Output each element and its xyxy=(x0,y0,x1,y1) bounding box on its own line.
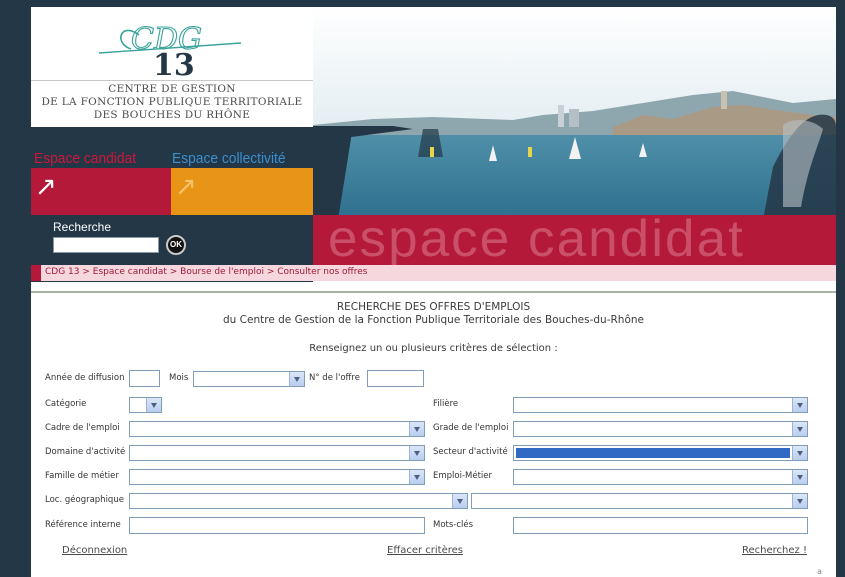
logo-panel[interactable]: CDG 13 CENTRE DE GESTION DE LA FONCTION … xyxy=(31,7,313,127)
banner-espace-candidat: espace candidat xyxy=(313,215,836,265)
logo-divider xyxy=(31,80,313,81)
breadcrumb-consulter-offres: Consulter nos offres xyxy=(277,267,368,277)
cadre-label: Cadre de l'emploi xyxy=(45,423,120,433)
grade-select[interactable] xyxy=(513,421,808,437)
breadcrumb-bourse-emploi[interactable]: Bourse de l'emploi xyxy=(180,267,264,277)
nav-espace-collectivite[interactable]: Espace collectivité xyxy=(172,150,286,167)
site-header: CDG 13 CENTRE DE GESTION DE LA FONCTION … xyxy=(31,7,836,282)
rechercher-link[interactable]: Recherchez ! xyxy=(742,545,807,556)
famille-select[interactable] xyxy=(129,469,425,485)
cadre-select[interactable] xyxy=(129,421,425,437)
chevron-down-icon xyxy=(409,446,424,460)
filiere-select[interactable] xyxy=(513,397,808,413)
logo-line-1: CENTRE DE GESTION xyxy=(108,83,236,95)
secteur-select[interactable] xyxy=(513,445,808,461)
loc-label: Loc. géographique xyxy=(45,495,124,505)
breadcrumb-bar: CDG 13 > Espace candidat > Bourse de l'e… xyxy=(31,265,836,281)
categorie-label: Catégorie xyxy=(45,399,87,409)
breadcrumb-marker xyxy=(31,265,41,281)
form-title: RECHERCHE DES OFFRES D'EMPLOIS xyxy=(336,301,531,313)
mois-label: Mois xyxy=(169,373,189,383)
mois-select[interactable] xyxy=(193,371,305,387)
loc-select-2[interactable] xyxy=(471,493,808,509)
filiere-label: Filière xyxy=(433,399,459,409)
banner-text: espace candidat xyxy=(328,215,745,265)
reference-label: Référence interne xyxy=(45,520,121,530)
annee-input[interactable] xyxy=(129,370,160,387)
chevron-down-icon xyxy=(409,422,424,436)
arrow-northeast-icon: ↗ xyxy=(175,172,197,202)
chevron-down-icon xyxy=(452,494,467,508)
emploi-label: Emploi-Métier xyxy=(433,471,493,481)
mots-cles-input[interactable] xyxy=(513,517,808,534)
logo-line-3: DES BOUCHES DU RHÔNE xyxy=(93,109,251,121)
search-label: Recherche xyxy=(53,220,112,234)
form-title-sub: du Centre de Gestion de la Fonction Publ… xyxy=(223,314,644,326)
grade-label: Grade de l'emploi xyxy=(433,423,509,433)
footer-mark: a xyxy=(817,567,822,576)
chevron-down-icon xyxy=(792,446,807,460)
domaine-label: Domaine d'activité xyxy=(45,447,126,457)
form-instructions: Renseignez un ou plusieurs critères de s… xyxy=(309,343,558,354)
nav-espace-candidat[interactable]: Espace candidat xyxy=(34,150,136,167)
deconnexion-link[interactable]: Déconnexion xyxy=(62,545,127,556)
search-ok-button[interactable]: OK xyxy=(166,235,186,255)
breadcrumb-cdg13[interactable]: CDG 13 xyxy=(45,267,80,277)
domaine-select[interactable] xyxy=(129,445,425,461)
num-offre-input[interactable] xyxy=(367,370,424,387)
reference-input[interactable] xyxy=(129,517,425,534)
secteur-label: Secteur d'activité xyxy=(433,447,508,457)
svg-text:13: 13 xyxy=(153,48,195,79)
search-input[interactable] xyxy=(53,237,159,253)
effacer-criteres-link[interactable]: Effacer critères xyxy=(387,545,463,556)
breadcrumb: CDG 13 > Espace candidat > Bourse de l'e… xyxy=(45,267,367,277)
chevron-down-icon xyxy=(289,372,304,386)
cdg13-logo: CDG 13 xyxy=(98,21,242,79)
mots-label: Mots-clés xyxy=(433,520,474,530)
arrow-northeast-icon: ↗ xyxy=(35,172,57,202)
page-frame: CDG 13 CENTRE DE GESTION DE LA FONCTION … xyxy=(31,7,836,577)
categorie-select[interactable] xyxy=(129,397,162,413)
job-search-form: RECHERCHE DES OFFRES D'EMPLOIS du Centre… xyxy=(31,291,836,577)
selection-highlight xyxy=(516,448,790,458)
chevron-down-icon xyxy=(792,470,807,484)
header-photo-marseille xyxy=(313,7,836,220)
num-offre-label: N° de l'offre xyxy=(309,373,360,383)
breadcrumb-separator: > xyxy=(169,267,181,277)
breadcrumb-espace-candidat[interactable]: Espace candidat xyxy=(93,267,167,277)
chevron-down-icon xyxy=(146,398,161,412)
breadcrumb-separator: > xyxy=(82,267,93,277)
emploi-select[interactable] xyxy=(513,469,808,485)
chevron-down-icon xyxy=(792,494,807,508)
logo-line-2: DE LA FONCTION PUBLIQUE TERRITORIALE xyxy=(41,96,303,108)
breadcrumb-separator: > xyxy=(266,267,278,277)
famille-label: Famille de métier xyxy=(45,471,119,481)
chevron-down-icon xyxy=(792,422,807,436)
loc-select-1[interactable] xyxy=(129,493,468,509)
chevron-down-icon xyxy=(792,398,807,412)
chevron-down-icon xyxy=(409,470,424,484)
annee-label: Année de diffusion xyxy=(45,373,125,383)
